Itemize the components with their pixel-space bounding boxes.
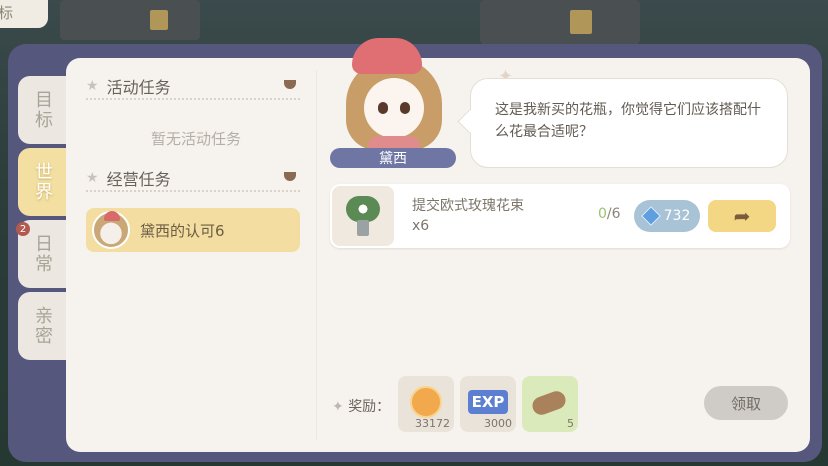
claim-button[interactable]: 领取 — [704, 386, 788, 420]
star-icon: ★ — [86, 170, 99, 186]
arrow-right-icon: ➦ — [733, 204, 751, 228]
business-section-header[interactable]: ★ 经营任务 — [86, 166, 300, 192]
tab-goals[interactable]: 目标 — [18, 76, 66, 144]
npc-dialogue-text: 这是我新买的花瓶，你觉得它们应该搭配什么花最合适呢？ — [495, 102, 761, 140]
collapse-icon — [284, 172, 296, 181]
house-window — [570, 10, 592, 34]
business-section-title: 经营任务 — [106, 170, 171, 189]
tab-goals-label: 目标 — [32, 90, 53, 130]
tab-intimacy[interactable]: 亲密 — [18, 292, 66, 360]
tab-intimacy-label: 亲密 — [32, 306, 53, 346]
house-window — [150, 10, 168, 30]
star-icon: ★ — [86, 78, 99, 94]
exp-icon: EXP — [468, 390, 508, 414]
gem-icon — [640, 206, 661, 226]
npc-portrait — [344, 30, 444, 156]
reward-exp[interactable]: EXP 3000 — [460, 376, 516, 432]
requirement-progress: 0/6 — [598, 206, 621, 222]
reward-count: 33172 — [415, 417, 450, 430]
flower-vase-icon — [346, 196, 380, 236]
rewards-label-text: 奖励： — [348, 399, 391, 415]
reward-gold-coin[interactable]: 33172 — [398, 376, 454, 432]
reward-wood[interactable]: 5 — [522, 376, 578, 432]
requirement-row: 提交欧式玫瑰花束 x6 0/6 732 ➦ — [330, 184, 790, 248]
activity-section-title: 活动任务 — [106, 78, 171, 97]
tab-world[interactable]: 世界 — [18, 148, 66, 216]
requirement-item-name: 提交欧式玫瑰花束 — [412, 198, 524, 214]
npc-speech-bubble: 这是我新买的花瓶，你觉得它们应该搭配什么花最合适呢？ — [470, 78, 788, 168]
progress-target: /6 — [606, 206, 621, 222]
collapse-icon — [284, 80, 296, 89]
requirement-item-qty: x6 — [412, 218, 430, 234]
tab-world-label: 世界 — [32, 162, 53, 202]
corner-tab-label: 标 — [0, 4, 14, 22]
house-building — [480, 0, 640, 44]
wood-icon — [529, 388, 569, 418]
requirement-text: 提交欧式玫瑰花束 x6 — [412, 196, 524, 236]
gem-price: 732 — [663, 208, 691, 224]
activity-empty-text: 暂无活动任务 — [150, 130, 241, 148]
panel-divider — [316, 70, 317, 440]
task-item-label: 黛西的认可6 — [140, 221, 225, 240]
progress-current: 0 — [598, 206, 607, 222]
daisy-avatar — [92, 211, 130, 249]
sparkle-icon: ✦ — [332, 399, 349, 415]
rewards-label: ✦ 奖励： — [332, 396, 390, 416]
activity-section-header[interactable]: ★ 活动任务 — [86, 74, 300, 100]
daily-badge: 2 — [16, 222, 30, 236]
tab-daily-label: 日常 — [32, 234, 53, 274]
go-button[interactable]: ➦ — [708, 200, 776, 232]
task-item-daisy[interactable]: 黛西的认可6 — [86, 208, 300, 252]
house-building — [60, 0, 200, 40]
corner-tab[interactable]: 标 — [0, 0, 48, 28]
reward-count: 3000 — [484, 417, 512, 430]
reward-count: 5 — [567, 417, 574, 430]
npc-name-plate: 黛西 — [330, 148, 456, 168]
rose-bouquet-item[interactable] — [332, 186, 394, 246]
buy-with-gems-button[interactable]: 732 — [634, 200, 700, 232]
gold-coin-icon — [410, 386, 442, 418]
